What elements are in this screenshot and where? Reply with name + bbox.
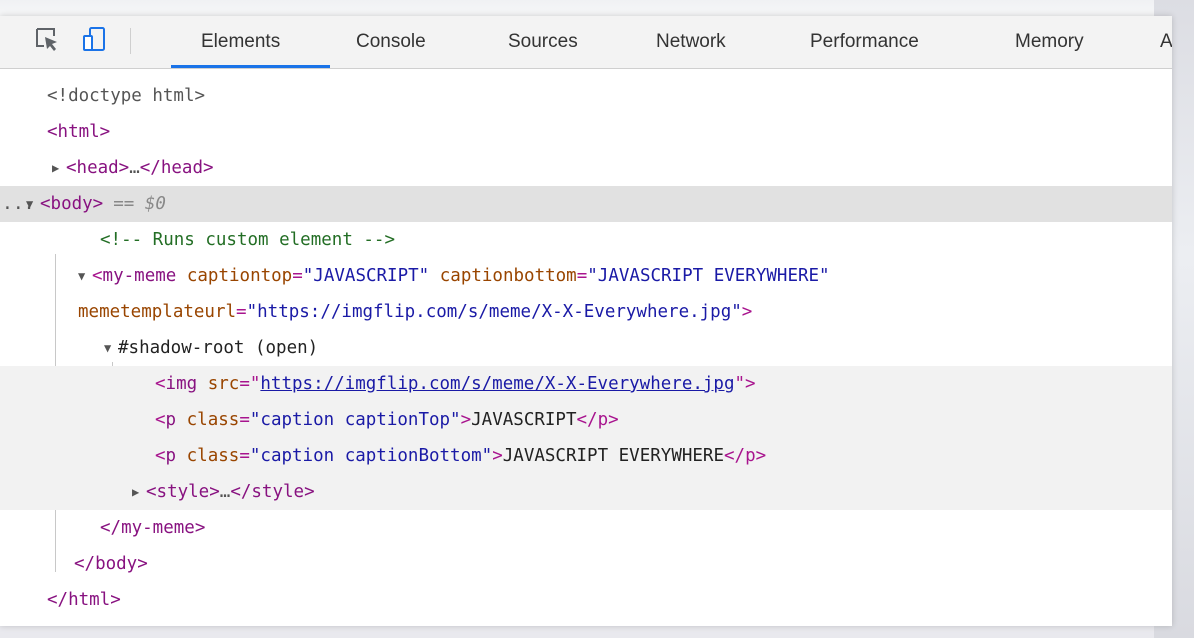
tree-row-body-close[interactable]: </body>	[0, 546, 1172, 582]
img-src-link[interactable]: https://imgflip.com/s/meme/X-X-Everywher…	[260, 374, 734, 394]
tree-row-my-meme-wrap[interactable]: memetemplateurl="https://imgflip.com/s/m…	[0, 294, 1172, 330]
style-close-tag: </style>	[230, 482, 315, 502]
p-tag-name: p	[165, 446, 177, 466]
img-tag-name: img	[165, 374, 198, 394]
tree-row-img[interactable]: <img src="https://imgflip.com/s/meme/X-X…	[0, 366, 1172, 402]
doctype-text: <!doctype html>	[47, 86, 206, 106]
my-meme-tag-name: my-meme	[102, 266, 177, 286]
tree-row-html-close[interactable]: </html>	[0, 582, 1172, 618]
expand-triangle-icon[interactable]: ▶	[52, 150, 66, 186]
attr-value: "caption captionBottom"	[249, 446, 493, 466]
p-text: JAVASCRIPT EVERYWHERE	[502, 446, 725, 466]
style-ellipsis: …	[219, 482, 231, 502]
tree-row-comment[interactable]: <!-- Runs custom element -->	[0, 222, 1172, 258]
comment-text: <!-- Runs custom element -->	[100, 230, 396, 250]
tree-row-my-meme[interactable]: ▼ <my-meme captiontop="JAVASCRIPT" captio…	[0, 258, 1172, 294]
row-menu-ellipsis[interactable]: ...	[2, 186, 35, 222]
attr-name: class	[186, 446, 240, 466]
tree-row-html[interactable]: <html>	[0, 114, 1172, 150]
tree-row-body-selected[interactable]: ... ▼ <body> == $0	[0, 186, 1172, 222]
shadow-root-label: #shadow-root (open)	[118, 338, 319, 358]
style-open-tag: <style>	[146, 482, 220, 502]
tree-row-head[interactable]: ▶ <head>…</head>	[0, 150, 1172, 186]
tree-row-shadow-root[interactable]: ▼ #shadow-root (open)	[0, 330, 1172, 366]
collapse-triangle-icon[interactable]: ▼	[78, 258, 92, 294]
head-ellipsis: …	[129, 158, 140, 178]
attr-value: "JAVASCRIPT EVERYWHERE"	[587, 266, 830, 286]
tree-row-p-bottom[interactable]: <p class="caption captionBottom">JAVASCR…	[0, 438, 1172, 474]
tab-console[interactable]: Console	[354, 16, 428, 68]
html-open-tag: <html>	[47, 122, 111, 142]
toolbar-separator	[130, 28, 131, 54]
tree-row-p-top[interactable]: <p class="caption captionTop">JAVASCRIPT…	[0, 402, 1172, 438]
attr-value: "caption captionTop"	[249, 410, 461, 430]
expand-triangle-icon[interactable]: ▶	[132, 474, 146, 510]
tab-network[interactable]: Network	[654, 16, 728, 68]
html-close-tag: </html>	[47, 590, 121, 610]
attr-name: captiontop	[186, 266, 293, 286]
attr-value: "https://imgflip.com/s/meme/X-X-Everywhe…	[246, 302, 742, 322]
tab-performance[interactable]: Performance	[808, 16, 921, 68]
devtools-toolbar: Elements Console Sources Network Perform…	[0, 16, 1172, 69]
devtools-panel: Elements Console Sources Network Perform…	[0, 16, 1172, 626]
tab-memory[interactable]: Memory	[1013, 16, 1086, 68]
attr-name: memetemplateurl	[78, 302, 237, 322]
p-tag-name: p	[165, 410, 177, 430]
dom-tree: <!doctype html> <html> ▶ <head>…</head> .…	[0, 68, 1172, 626]
body-open-tag: <body>	[40, 194, 104, 214]
tab-elements[interactable]: Elements	[199, 16, 282, 68]
attr-name: captionbottom	[439, 266, 577, 286]
collapse-triangle-icon[interactable]: ▼	[104, 330, 118, 366]
head-close-tag: </head>	[139, 158, 214, 178]
element-picker-icon[interactable]	[34, 26, 60, 52]
tree-row-doctype[interactable]: <!doctype html>	[0, 78, 1172, 114]
device-toolbar-icon[interactable]	[82, 26, 108, 52]
body-close-tag: </body>	[74, 554, 148, 574]
p-text: JAVASCRIPT	[471, 410, 577, 430]
tree-row-my-meme-close[interactable]: </my-meme>	[0, 510, 1172, 546]
tab-sources[interactable]: Sources	[506, 16, 580, 68]
attr-value: "JAVASCRIPT"	[302, 266, 430, 286]
tab-overflow[interactable]: A	[1158, 16, 1172, 68]
head-open-tag: <head>	[66, 158, 130, 178]
my-meme-close-tag: </my-meme>	[100, 518, 206, 538]
attr-name: class	[186, 410, 240, 430]
window-top-edge	[0, 0, 1194, 16]
tree-row-style[interactable]: ▶ <style>…</style>	[0, 474, 1172, 510]
attr-name: src	[207, 374, 240, 394]
selected-node-marker: == $0	[113, 194, 166, 214]
